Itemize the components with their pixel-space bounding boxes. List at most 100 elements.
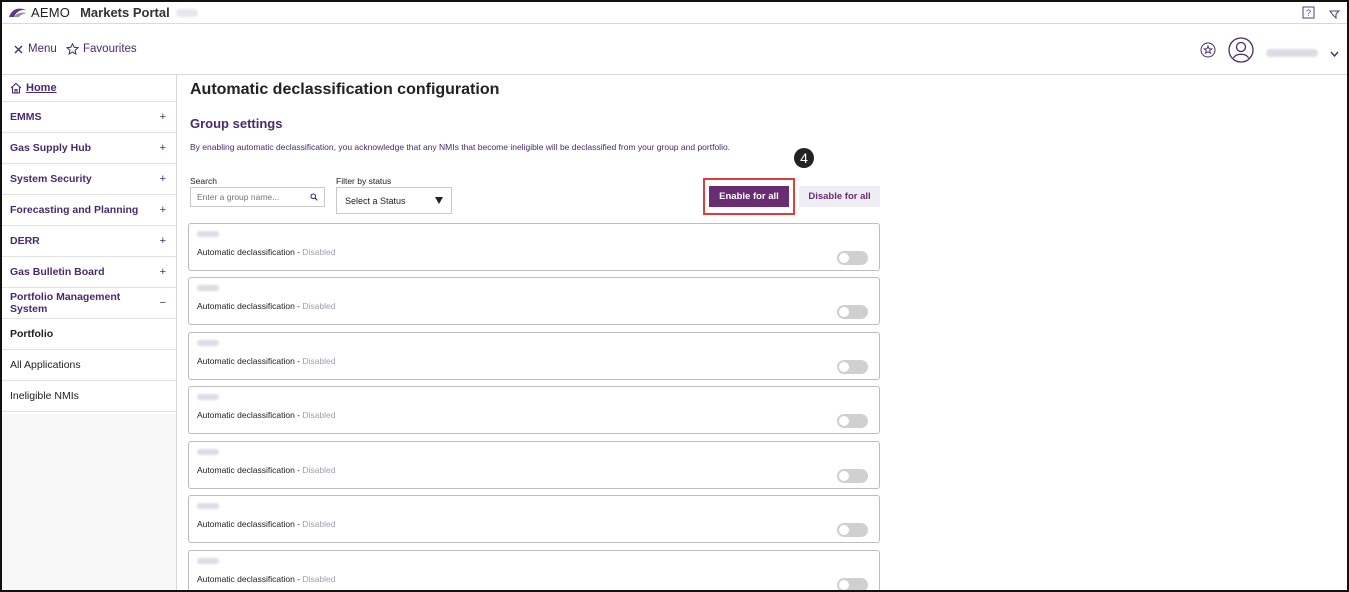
help-icon[interactable]: ? [1301,5,1315,19]
enable-for-all-button[interactable]: Enable for all [709,186,789,207]
group-status-label: Automatic declassification - [197,465,303,475]
sidebar-item-forecasting-and-planning[interactable]: Forecasting and Planning + [2,195,176,226]
declassification-toggle[interactable] [837,523,868,537]
expand-icon: + [159,111,166,123]
group-status-label: Automatic declassification - [197,574,303,584]
group-name [197,558,219,564]
sidebar-item-emms[interactable]: EMMS + [2,102,176,133]
expand-icon: + [159,173,166,185]
sidebar-item-label: Gas Bulletin Board [10,266,105,278]
search-icon[interactable] [310,193,318,201]
group-status-text: Automatic declassification - Disabled [197,519,335,529]
caret-down-icon [435,197,443,204]
main-content: Automatic declassification configuration… [188,75,890,590]
username[interactable] [1266,48,1318,57]
group-status-text: Automatic declassification - Disabled [197,410,335,420]
group-card: Automatic declassification - Disabled [188,223,880,271]
group-status-text: Automatic declassification - Disabled [197,247,335,257]
home-icon [10,82,22,94]
sidebar-item-label: DERR [10,235,40,247]
filter-label: Filter by status [336,176,392,186]
sidebar-item-home[interactable]: Home [2,75,176,102]
search-field[interactable] [190,187,325,207]
group-name [197,449,219,455]
sidebar-item-gas-supply-hub[interactable]: Gas Supply Hub + [2,133,176,164]
sidebar-item-label: Forecasting and Planning [10,204,139,216]
sidebar-item-portfolio-management-system[interactable]: Portfolio Management System − [2,288,176,319]
toggle-knob [839,580,849,590]
sidebar-item-label: Portfolio Management System [10,291,121,315]
group-card: Automatic declassification - Disabled [188,441,880,489]
pin-icon[interactable] [1327,5,1341,19]
menu-label: Menu [28,43,57,55]
title-bar: AEMO Markets Portal ? [2,2,1347,24]
status-filter-value: Select a Status [345,195,406,206]
group-status-label: Automatic declassification - [197,410,303,420]
group-card: Automatic declassification - Disabled [188,495,880,543]
group-status-text: Automatic declassification - Disabled [197,301,335,311]
expand-icon: + [159,235,166,247]
declassification-toggle[interactable] [837,469,868,483]
group-status-value: Disabled [302,247,336,257]
expand-icon: + [159,266,166,278]
group-status-text: Automatic declassification - Disabled [197,574,335,584]
acknowledgement-note: By enabling automatic declassification, … [190,142,731,152]
section-title: Group settings [190,116,283,131]
group-status-text: Automatic declassification - Disabled [197,465,335,475]
declassification-toggle[interactable] [837,414,868,428]
declassification-toggle[interactable] [837,360,868,374]
brand-name: AEMO [31,5,71,20]
aemo-logo-icon [9,8,27,17]
sidebar-subitem-portfolio[interactable]: Portfolio [2,319,176,350]
declassification-toggle[interactable] [837,251,868,265]
group-status-text: Automatic declassification - Disabled [197,356,335,366]
favourite-star-icon[interactable] [1200,42,1216,63]
group-status-value: Disabled [302,519,336,529]
sidebar-subitem-all-applications[interactable]: All Applications [2,350,176,381]
group-name [197,231,219,237]
toggle-knob [839,416,849,426]
group-status-value: Disabled [302,574,336,584]
menu-bar: Menu Favourites [2,24,1347,75]
toggle-knob [839,525,849,535]
group-status-value: Disabled [302,465,336,475]
status-filter-select[interactable]: Select a Status [336,187,452,214]
group-name [197,340,219,346]
toggle-knob [839,307,849,317]
page-title: Automatic declassification configuration [190,81,500,98]
favourites-label: Favourites [83,43,137,55]
sidebar-empty-area [2,414,176,590]
group-status-label: Automatic declassification - [197,519,303,529]
sidebar-item-derr[interactable]: DERR + [2,226,176,257]
group-card: Automatic declassification - Disabled [188,386,880,434]
sidebar-item-label: Gas Supply Hub [10,142,92,154]
menu-button[interactable]: Menu [14,43,57,55]
svg-text:?: ? [1305,8,1310,18]
sidebar-nav: Home EMMS + Gas Supply Hub + System Secu… [2,75,177,590]
group-status-label: Automatic declassification - [197,247,303,257]
close-icon [14,45,23,53]
group-status-label: Automatic declassification - [197,301,303,311]
expand-icon: + [159,204,166,216]
favourites-button[interactable]: Favourites [66,43,137,55]
group-name [197,285,219,291]
disable-for-all-button[interactable]: Disable for all [799,186,880,207]
sidebar-item-gas-bulletin-board[interactable]: Gas Bulletin Board + [2,257,176,288]
user-avatar-icon[interactable] [1228,37,1254,68]
declassification-toggle[interactable] [837,578,868,590]
toggle-knob [839,471,849,481]
search-input[interactable] [197,192,305,202]
chevron-down-icon[interactable] [1330,44,1339,62]
toggle-knob [839,253,849,263]
group-name [197,503,219,509]
group-card: Automatic declassification - Disabled [188,332,880,380]
sidebar-subitem-ineligible-nmis[interactable]: Ineligible NMIs [2,381,176,412]
app-window: AEMO Markets Portal ? Menu Favourites Ho… [0,0,1349,592]
sidebar-item-label: System Security [10,173,92,185]
declassification-toggle[interactable] [837,305,868,319]
sidebar-item-system-security[interactable]: System Security + [2,164,176,195]
aemo-logo[interactable]: AEMO [8,5,70,20]
expand-icon: + [159,142,166,154]
step-number-badge: 4 [794,148,814,168]
environment-tag [175,8,198,17]
